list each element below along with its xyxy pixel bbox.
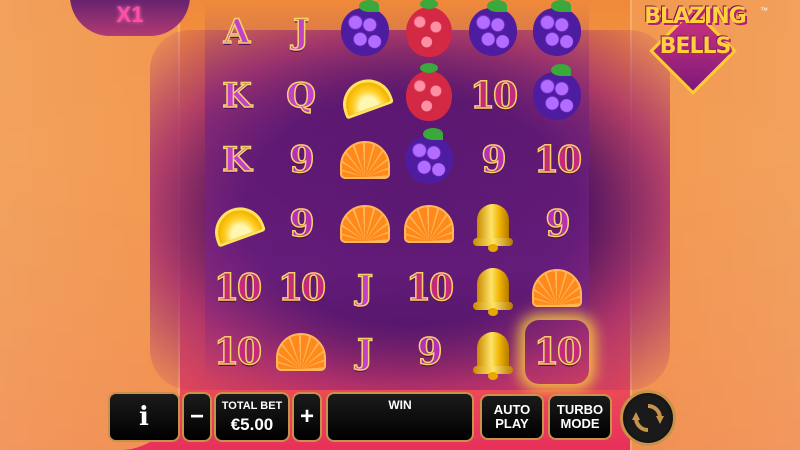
reel-cell: 10 [205, 256, 269, 320]
reel-cell [333, 128, 397, 192]
total-bet-label: TOTAL BET [221, 399, 283, 412]
blackberry-icon [341, 0, 389, 56]
symbol-10: 10 [469, 74, 519, 118]
blackberry-icon [533, 0, 581, 56]
symbol-9: 9 [289, 202, 316, 246]
info-button[interactable]: i [108, 392, 180, 442]
reel-cell: 10 [205, 320, 269, 384]
turbo-label-2: MODE [560, 416, 600, 431]
reel-cell [461, 256, 525, 320]
symbol-10: 10 [213, 330, 263, 374]
symbol-9: 9 [481, 138, 508, 182]
total-bet-value: €5.00 [230, 414, 274, 434]
total-bet-display: TOTAL BET €5.00 [214, 392, 290, 442]
blackberry-icon [405, 128, 453, 184]
reel-cell: 9 [525, 192, 589, 256]
orange-slice-icon [404, 205, 454, 243]
logo-trademark: ™ [760, 6, 768, 15]
autoplay-button[interactable]: AUTO PLAY [480, 394, 544, 440]
reel-cell: J [333, 320, 397, 384]
reel-cell [333, 192, 397, 256]
reel-cell: K [205, 64, 269, 128]
win-display: WIN [326, 392, 474, 442]
reel-cell: K [205, 128, 269, 192]
blackberry-icon [533, 64, 581, 120]
reel-cell [333, 64, 397, 128]
reel-cell: J [333, 256, 397, 320]
plus-icon: + [299, 403, 314, 430]
reel-cell: 10 [461, 64, 525, 128]
control-bar: i − TOTAL BET €5.00 + WIN AUTO PLAY TURBO… [108, 388, 692, 446]
symbol-j: J [356, 267, 374, 309]
reel-grid: A K K 10 10 J Q 9 9 10 J J 10 9 10 9 10 9 10 [205, 0, 589, 384]
decrease-bet-button[interactable]: − [182, 392, 212, 442]
orange-slice-icon [276, 333, 326, 371]
reel-cell [461, 320, 525, 384]
symbol-a: A [223, 11, 251, 53]
reel-cell: 9 [269, 128, 333, 192]
orange-slice-icon [340, 141, 390, 179]
orange-slice-icon [340, 205, 390, 243]
spin-button[interactable] [620, 390, 676, 446]
win-label: WIN [388, 398, 412, 412]
reel-cell [333, 0, 397, 64]
symbol-9: 9 [545, 202, 572, 246]
reel-cell: 9 [461, 128, 525, 192]
logo-line-1: BLAZING [644, 4, 746, 29]
bell-icon [473, 262, 513, 316]
reel-cell [525, 64, 589, 128]
reel-cell [205, 192, 269, 256]
reel-cell: 10 [397, 256, 461, 320]
autoplay-label-2: PLAY [495, 416, 529, 431]
bell-icon [473, 326, 513, 380]
info-icon: i [139, 402, 149, 432]
reel-cell: Q [269, 64, 333, 128]
lemon-icon [208, 200, 266, 248]
reel-cell [397, 128, 461, 192]
reel-cell [525, 0, 589, 64]
symbol-9: 9 [417, 330, 444, 374]
bell-icon [473, 198, 513, 252]
multiplier-value: X1 [116, 2, 144, 27]
symbol-k: K [221, 139, 252, 181]
spin-arrows-icon [632, 404, 664, 432]
reel-cell: 10 [269, 256, 333, 320]
reel-cell [397, 63, 461, 128]
symbol-q: Q [285, 75, 316, 117]
reel-cell-highlighted: 10 [525, 320, 589, 384]
raspberry-icon [406, 0, 452, 57]
symbol-j: J [292, 11, 310, 53]
symbol-10: 10 [533, 330, 583, 374]
reel-cell: 9 [269, 192, 333, 256]
symbol-9: 9 [289, 138, 316, 182]
increase-bet-button[interactable]: + [292, 392, 322, 442]
blackberry-icon [469, 0, 517, 56]
reel-cell: A [205, 0, 269, 64]
symbol-10: 10 [213, 266, 263, 310]
game-logo: BLAZING BELLS ™ [620, 2, 770, 95]
reel-cell [269, 320, 333, 384]
reel-cell [525, 256, 589, 320]
raspberry-icon [406, 63, 452, 121]
reel-cell: 9 [397, 320, 461, 384]
turbo-label-1: TURBO [556, 402, 604, 417]
reel-cell [461, 192, 525, 256]
logo-line-2: BELLS [659, 34, 732, 59]
symbol-10: 10 [533, 138, 583, 182]
orange-slice-icon [532, 269, 582, 307]
lemon-icon [336, 72, 394, 120]
symbol-10: 10 [405, 266, 455, 310]
symbol-j: J [356, 331, 374, 373]
turbo-mode-button[interactable]: TURBO MODE [548, 394, 612, 440]
symbol-10: 10 [277, 266, 327, 310]
reel-cell [397, 192, 461, 256]
autoplay-label-1: AUTO [493, 402, 531, 417]
reel-cell: J [269, 0, 333, 64]
minus-icon: − [189, 403, 204, 430]
reel-cell [461, 0, 525, 64]
symbol-k: K [221, 75, 252, 117]
reel-cell [397, 0, 461, 64]
reel-cell: 10 [525, 128, 589, 192]
